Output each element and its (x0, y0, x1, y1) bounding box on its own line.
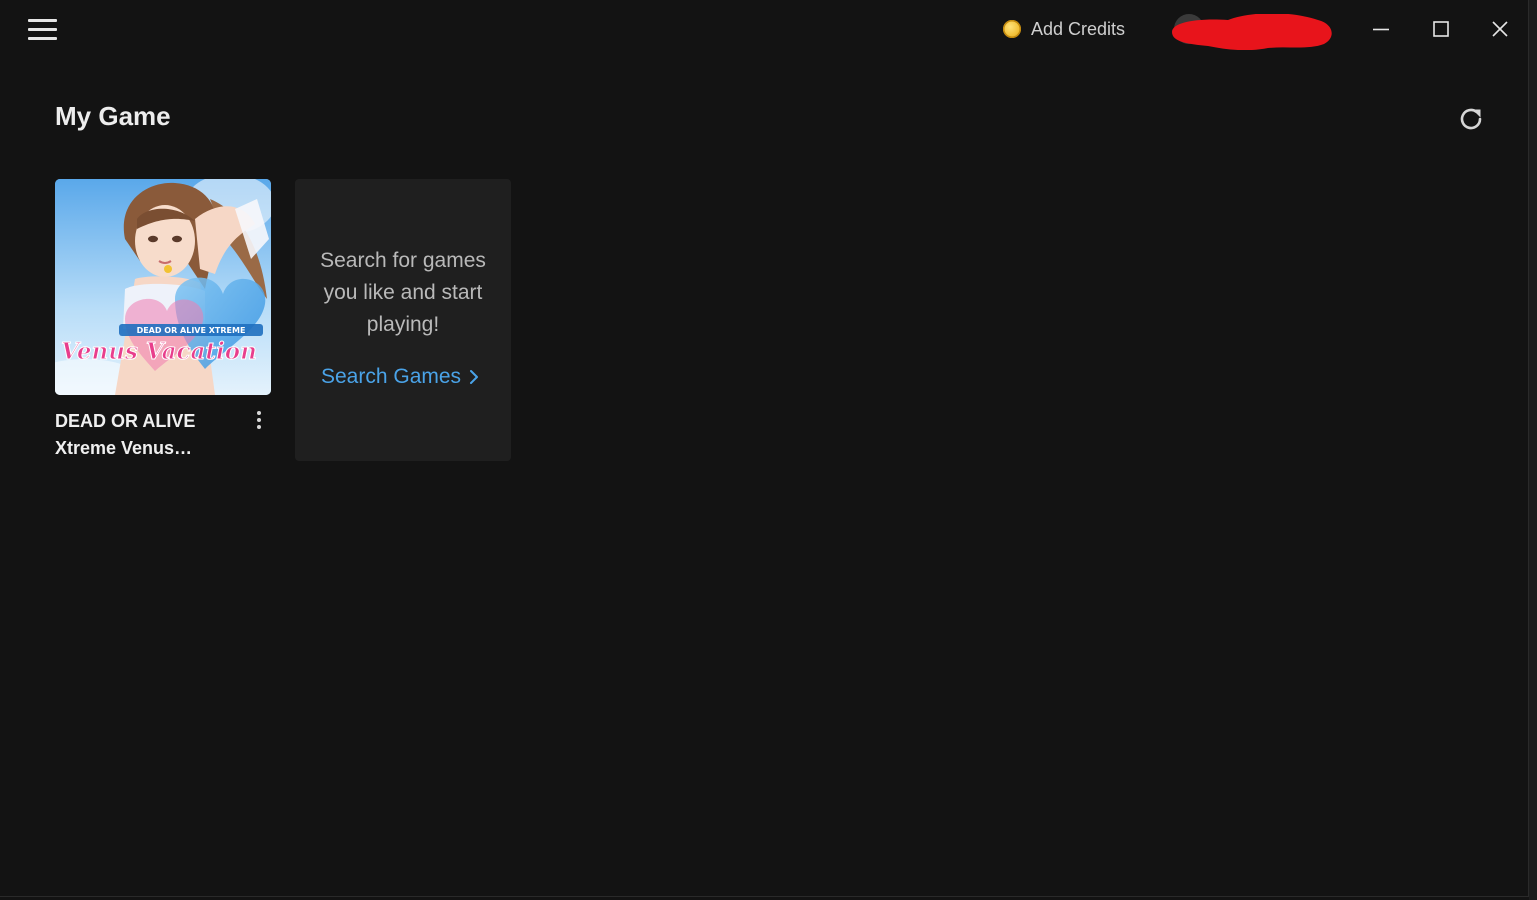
refresh-icon (1460, 108, 1482, 130)
cover-logo-small: DEAD OR ALIVE XTREME (137, 326, 246, 335)
minimize-icon (1373, 28, 1389, 31)
search-games-link[interactable]: Search Games (321, 365, 479, 389)
search-prompt-line2: you like and start (323, 281, 483, 304)
maximize-icon (1433, 21, 1449, 37)
close-button[interactable] (1480, 10, 1520, 48)
search-games-label: Search Games (321, 365, 462, 388)
game-title-line2: Xtreme Venus… (55, 438, 193, 458)
desktop-background-edge (1529, 0, 1537, 900)
search-prompt-text: Search for games you like and start play… (295, 245, 511, 341)
coin-icon (1003, 20, 1021, 38)
game-cover-image[interactable]: DEAD OR ALIVE XTREME Venus Vacation (55, 179, 271, 395)
search-games-card: Search for games you like and start play… (295, 179, 511, 461)
page-title: My Game (55, 101, 171, 131)
add-credits-button[interactable]: Add Credits (1003, 18, 1125, 40)
more-options-icon[interactable] (249, 407, 269, 433)
title-bar: Add Credits (0, 0, 1529, 58)
chevron-right-icon (470, 370, 479, 384)
minimize-button[interactable] (1361, 10, 1401, 48)
game-title[interactable]: DEAD OR ALIVE Xtreme Venus… (55, 408, 235, 462)
game-cover-art: DEAD OR ALIVE XTREME Venus Vacation (55, 179, 271, 395)
user-account-button[interactable] (1168, 10, 1336, 50)
maximize-button[interactable] (1421, 10, 1461, 48)
redaction-mark (1172, 14, 1332, 50)
game-card: DEAD OR ALIVE XTREME Venus Vacation DEAD… (55, 179, 271, 458)
refresh-button[interactable] (1455, 103, 1487, 135)
close-icon (1492, 21, 1508, 37)
menu-icon[interactable] (28, 19, 58, 41)
add-credits-label: Add Credits (1031, 18, 1126, 39)
search-prompt-line3: playing! (366, 313, 440, 336)
search-prompt-line1: Search for games (320, 249, 486, 272)
game-title-line1: DEAD OR ALIVE (55, 411, 196, 431)
app-window: Add Credits My Game DEAD OR ALIVE XTREME… (0, 0, 1529, 897)
cover-logo-script: Venus Vacation (61, 338, 257, 365)
